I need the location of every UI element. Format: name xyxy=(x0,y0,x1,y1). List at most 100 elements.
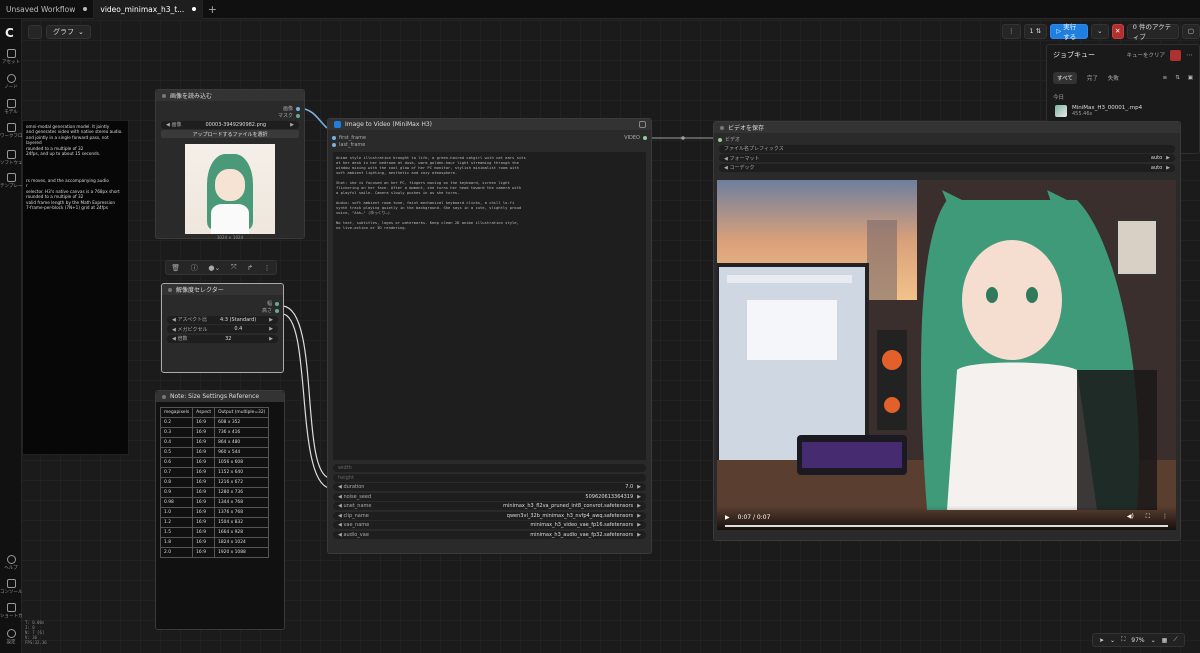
run-count-input[interactable]: 1 ⇅ xyxy=(1023,23,1048,39)
sidebar-item-shortcuts[interactable]: ショートカット xyxy=(0,603,22,619)
panel-toggle-icon[interactable]: ▢ xyxy=(1181,23,1200,39)
sidebar-item-help[interactable]: ヘルプ xyxy=(0,555,22,571)
volume-icon[interactable]: ◀) xyxy=(1127,513,1134,521)
drag-handle-icon[interactable]: ⋮ xyxy=(1002,23,1021,39)
filter-failed[interactable]: 失敗 xyxy=(1108,74,1119,82)
graph-dropdown[interactable]: グラフ ⌄ xyxy=(46,24,91,39)
filter-icon[interactable]: ≡ xyxy=(1163,75,1168,81)
sidebar-item-templates[interactable]: テンプレート xyxy=(0,173,22,189)
node-image-to-video[interactable]: Image to Video (MiniMax H3) first_frame … xyxy=(327,118,652,554)
filename-prefix-input[interactable]: ファイル名プレフィックス xyxy=(719,144,1175,153)
chevron-down-icon[interactable]: ⌄ xyxy=(1151,637,1156,644)
clear-queue-icon[interactable] xyxy=(1170,49,1181,61)
link-visibility-icon[interactable]: ⟋ xyxy=(1173,636,1177,644)
clear-queue-button[interactable]: キューをクリア xyxy=(1126,51,1165,59)
node-load-image[interactable]: 画像を読み込む 画像 マスク ◀ 画像 00003-3949290982.png ▶… xyxy=(155,89,305,240)
output-video[interactable]: VIDEO xyxy=(624,135,647,141)
fullscreen-icon[interactable]: ⛶ xyxy=(1146,513,1150,521)
table-cell: 864 x 480 xyxy=(214,437,270,448)
unet-name-combo[interactable]: ◀ unet_name minimax_h3_fl2va_pruned_int8_… xyxy=(333,502,646,510)
info-icon[interactable]: ⓘ xyxy=(191,263,198,273)
input-video[interactable]: ビデオ xyxy=(714,136,1180,143)
bypass-icon[interactable]: ↱ xyxy=(247,264,253,272)
play-icon[interactable]: ▶ xyxy=(725,514,730,521)
arrow-left-icon[interactable]: ◀ 画像 xyxy=(166,121,181,128)
multiple-number[interactable]: ◀ 倍数 32 ▶ xyxy=(167,334,278,343)
table-row: 0.98 16:9 1344 x 768 xyxy=(159,497,270,508)
fit-view-icon[interactable]: ⤧ xyxy=(231,263,237,272)
more-icon[interactable]: ⋯ xyxy=(1186,51,1193,59)
output-mask[interactable]: マスク xyxy=(156,112,304,119)
input-last-frame[interactable]: last_frame xyxy=(328,141,651,148)
video-frame xyxy=(717,180,1176,530)
aspect-ratio-combo[interactable]: ◀ アスペクト比 4:3 (Standard) ▶ xyxy=(167,315,278,324)
active-jobs-button[interactable]: 0 件のアクティブ xyxy=(1126,23,1179,41)
collapse-dot-icon[interactable] xyxy=(720,125,724,130)
output-width[interactable]: 幅 xyxy=(162,300,283,307)
tab-video-minimax[interactable]: video_minimax_h3_t... xyxy=(94,0,204,19)
megapixel-number[interactable]: ◀ メガピクセル 0.4 ▶ xyxy=(167,325,278,333)
sidebar-item-console[interactable]: コンソール xyxy=(0,579,22,595)
color-picker-icon[interactable]: ●⌄ xyxy=(208,264,220,272)
sidebar-item-assets[interactable]: アセット xyxy=(0,49,22,65)
audio-vae-combo[interactable]: ◀ audio_vae minimax_h3_audio_vae_fp32.saf… xyxy=(333,530,646,539)
run-options-chevron-icon[interactable]: ⌄ xyxy=(1091,23,1109,39)
node-resolution-selector[interactable]: 解像度セレクター 幅 高さ ◀ アスペクト比 4:3 (Standard) ▶ ◀ … xyxy=(161,283,284,373)
more-icon[interactable]: ⋮ xyxy=(1162,513,1168,521)
codec-combo[interactable]: ◀ コーデック auto ▶ xyxy=(719,163,1175,172)
collapse-dot-icon[interactable] xyxy=(162,93,166,98)
sort-icon[interactable]: ⇅ xyxy=(1175,75,1180,81)
video-player[interactable]: ▶ 0:07 / 0:07 ◀) ⛶ ⋮ xyxy=(717,180,1176,530)
table-row: 0.4 16:9 864 x 480 xyxy=(159,437,270,448)
sidebar-item-models[interactable]: モデル xyxy=(0,99,22,115)
minimap-icon[interactable]: ▦ xyxy=(1162,637,1168,644)
table-cell: 0.8 xyxy=(159,477,194,488)
run-button[interactable]: ▷ 実行する xyxy=(1050,23,1089,41)
sidebar-item-workflows[interactable]: ワークフロー xyxy=(0,123,22,139)
output-image[interactable]: 画像 xyxy=(156,105,304,112)
duration-number[interactable]: ◀ duration 7.0 ▶ xyxy=(333,483,646,491)
console-icon xyxy=(6,579,16,588)
shortcut-icon xyxy=(6,603,16,612)
markdown-note[interactable]: omni-modal generation model. It jointly … xyxy=(22,120,129,455)
vae-name-combo[interactable]: ◀ vae_name minimax_h3_video_vae_fp16.safe… xyxy=(333,521,646,529)
input-first-frame[interactable]: first_frame VIDEO xyxy=(328,134,651,141)
chevron-down-icon[interactable]: ⌄ xyxy=(1110,637,1115,644)
grid-view-icon[interactable]: ▣ xyxy=(1188,75,1193,81)
sidebar-item-settings[interactable]: 設定 xyxy=(0,629,22,645)
job-item-success[interactable]: MiniMax_H3_00001_.mp4 455.46s xyxy=(1047,101,1199,121)
add-tab-icon[interactable]: + xyxy=(203,3,221,16)
table-cell: 1152 x 640 xyxy=(214,467,270,478)
sidebar-item-software[interactable]: ソフトウェア xyxy=(0,150,22,166)
stop-button[interactable]: ✕ xyxy=(1111,23,1124,39)
input-height[interactable]: height xyxy=(333,473,646,482)
prompt-textarea[interactable]: Anime style illustration brought to life… xyxy=(333,152,646,460)
output-height[interactable]: 高さ xyxy=(162,307,283,314)
filter-all[interactable]: すべて xyxy=(1053,72,1077,84)
node-size-note[interactable]: Note: Size Settings Reference megapixels… xyxy=(155,390,285,630)
more-icon[interactable]: ⋮ xyxy=(264,264,271,272)
filter-done[interactable]: 完了 xyxy=(1087,74,1098,82)
expand-icon[interactable] xyxy=(639,121,646,128)
arrow-right-icon[interactable]: ▶ xyxy=(290,122,294,128)
clip-name-combo[interactable]: ◀ clip_name qwen3vl_32b_minimax_h3_nvfp4_… xyxy=(333,511,646,520)
format-combo[interactable]: ◀ フォーマット auto ▶ xyxy=(719,154,1175,162)
table-cell: 0.5 xyxy=(159,447,194,458)
software-icon xyxy=(6,150,16,159)
character-face xyxy=(962,240,1062,360)
noise-seed-number[interactable]: ◀ noise_seed 509620613364319 ▶ xyxy=(333,492,646,501)
video-progress-bar[interactable] xyxy=(725,525,1168,527)
image-combo[interactable]: ◀ 画像 00003-3949290982.png ▶ xyxy=(161,120,299,129)
collapse-dot-icon[interactable] xyxy=(162,394,166,399)
trash-icon[interactable]: 🗑 xyxy=(171,264,180,272)
input-width[interactable]: width xyxy=(333,464,646,472)
upload-button[interactable]: アップロードするファイルを選択 xyxy=(161,130,299,138)
sidebar-item-nodes[interactable]: ノード xyxy=(0,74,22,90)
zoom-level[interactable]: 97% xyxy=(1131,637,1144,644)
collapse-dot-icon[interactable] xyxy=(168,287,172,292)
tab-unsaved-workflow[interactable]: Unsaved Workflow xyxy=(0,0,95,19)
pointer-icon[interactable]: ➤ xyxy=(1099,637,1104,644)
fit-view-icon[interactable]: ⛶ xyxy=(1121,636,1125,644)
graph-mode-icon[interactable] xyxy=(28,24,42,39)
app-logo-icon[interactable]: C xyxy=(5,27,17,39)
